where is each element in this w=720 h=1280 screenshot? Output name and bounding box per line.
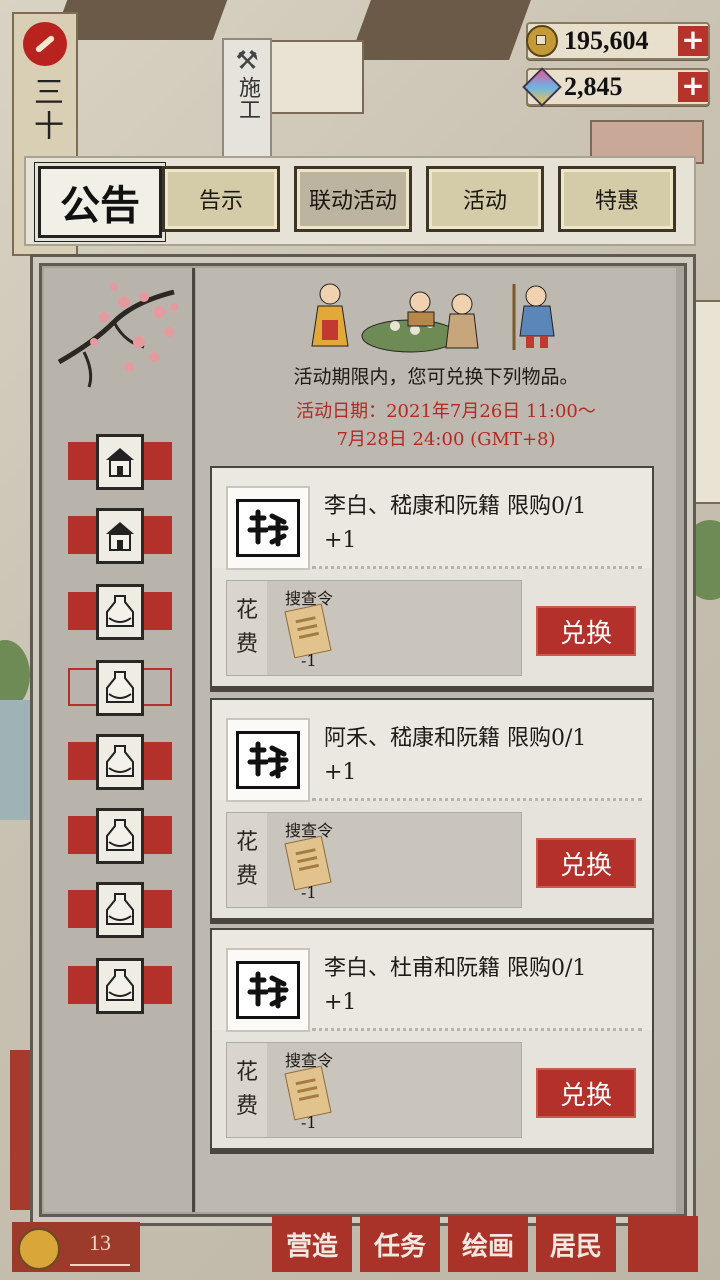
item-title: 阿禾、嵇康和阮籍 限购0/1: [324, 726, 587, 751]
bag-icon: [96, 660, 144, 716]
coin-counter: 195,604 +: [526, 22, 710, 60]
exchange-button[interactable]: 兑换: [536, 606, 636, 656]
calligraphy-icon: [236, 731, 300, 789]
item-count: +1: [324, 760, 357, 785]
cost-label: 花 费: [227, 1043, 267, 1137]
coin-value: 195,604: [564, 26, 649, 55]
construction-sign-text: 施工: [235, 76, 260, 120]
item-name: 阿禾、嵇康和阮籍 限购0/1 +1: [324, 722, 644, 790]
water: [0, 700, 30, 820]
cost-area: 花 费 搜查令 -1: [226, 812, 522, 908]
item-icon-box[interactable]: [226, 486, 310, 570]
cost-area: 花 费 搜查令 -1: [226, 1042, 522, 1138]
sidebar-event-bag-2[interactable]: [68, 660, 172, 716]
item-name: 李白、杜甫和阮籍 限购0/1 +1: [324, 952, 644, 1020]
cost-label-char-1: 花: [235, 1060, 258, 1085]
event-dates: 活动日期：2021年7月26日 11:00～ 7月28日 24:00 (GMT+…: [236, 398, 656, 454]
cost-label-char-2: 费: [235, 1094, 258, 1119]
sidebar-event-bag-3[interactable]: [68, 734, 172, 790]
tab-event[interactable]: 活动: [426, 166, 544, 232]
event-date-line-2: 7月28日 24:00 (GMT+8): [336, 429, 556, 450]
nav-more-button[interactable]: [628, 1216, 698, 1272]
tab-bar: 公告 告示 联动活动 活动 特惠: [24, 156, 696, 246]
sidebar-event-bag-6[interactable]: [68, 958, 172, 1014]
add-gems-button[interactable]: +: [678, 72, 708, 102]
player-info[interactable]: 13: [12, 1222, 140, 1272]
player-level: 13: [70, 1230, 130, 1266]
bottom-nav: 13 营造 任务 绘画 居民: [0, 1212, 720, 1280]
hammer-icon: ⚒: [235, 46, 259, 76]
exchange-item: 李白、嵇康和阮籍 限购0/1 +1 花 费 搜查令 -1 兑换: [210, 466, 654, 688]
cost-quantity: -1: [301, 883, 317, 902]
cost-label-char-2: 费: [235, 864, 258, 889]
bag-icon: [96, 808, 144, 864]
sidebar-event-house-2[interactable]: [68, 508, 172, 564]
characters-illustration: [311, 283, 555, 353]
tab-collab-event[interactable]: 联动活动: [294, 166, 412, 232]
exchange-item: 阿禾、嵇康和阮籍 限购0/1 +1 花 费 搜查令 -1 兑换: [210, 698, 654, 920]
bag-icon: [96, 882, 144, 938]
gem-counter: 2,845 +: [522, 67, 710, 107]
exchange-item: 李白、杜甫和阮籍 限购0/1 +1 花 费 搜查令 -1 兑换: [210, 928, 654, 1150]
tab-special-offer[interactable]: 特惠: [558, 166, 676, 232]
nav-painting-button[interactable]: 绘画: [448, 1216, 528, 1272]
roof: [349, 0, 531, 60]
plum-blossom-decoration: [57, 283, 178, 388]
calligraphy-icon: [236, 961, 300, 1019]
item-title: 李白、杜甫和阮籍 限购0/1: [324, 956, 587, 981]
emblem-text: 三十: [28, 76, 63, 144]
avatar-icon: [18, 1228, 60, 1270]
calligraphy-icon: [236, 499, 300, 557]
nav-tasks-button[interactable]: 任务: [360, 1216, 440, 1272]
house-icon: [96, 434, 144, 490]
cost-label-char-1: 花: [235, 830, 258, 855]
nav-build-button[interactable]: 营造: [272, 1216, 352, 1272]
cost-label-char-1: 花: [235, 598, 258, 623]
roof: [52, 0, 228, 40]
cost-label-char-2: 费: [235, 632, 258, 657]
exchange-button[interactable]: 兑换: [536, 1068, 636, 1118]
item-icon-box[interactable]: [226, 718, 310, 802]
event-notice-text: 活动期限内，您可兑换下列物品。: [293, 366, 579, 388]
coin-icon: [526, 25, 558, 57]
cost-label: 花 费: [227, 581, 267, 675]
building: [270, 40, 364, 114]
cost-quantity: -1: [301, 1113, 317, 1132]
cost-quantity: -1: [301, 651, 317, 670]
exchange-button[interactable]: 兑换: [536, 838, 636, 888]
nav-residents-button[interactable]: 居民: [536, 1216, 616, 1272]
item-title: 李白、嵇康和阮籍 限购0/1: [324, 494, 587, 519]
gem-icon: [522, 67, 562, 107]
bag-icon: [96, 584, 144, 640]
add-coins-button[interactable]: +: [678, 26, 708, 56]
bag-icon: [96, 734, 144, 790]
item-count: +1: [324, 990, 357, 1015]
gem-value: 2,845: [564, 72, 623, 101]
bag-icon: [96, 958, 144, 1014]
sidebar-event-bag-4[interactable]: [68, 808, 172, 864]
sidebar-event-bag-5[interactable]: [68, 882, 172, 938]
cost-area: 花 费 搜查令 -1: [226, 580, 522, 676]
announcement-title: 公告: [34, 162, 166, 242]
item-name: 李白、嵇康和阮籍 限购0/1 +1: [324, 490, 644, 558]
item-icon-box[interactable]: [226, 948, 310, 1032]
sidebar-event-bag-1[interactable]: [68, 584, 172, 640]
tab-notice[interactable]: 告示: [162, 166, 280, 232]
sidebar-event-house-1[interactable]: [68, 434, 172, 490]
item-count: +1: [324, 528, 357, 553]
event-date-line-1: 活动日期：2021年7月26日 11:00～: [296, 401, 596, 422]
logo-icon: [23, 22, 67, 66]
cost-label: 花 费: [227, 813, 267, 907]
house-icon: [96, 508, 144, 564]
